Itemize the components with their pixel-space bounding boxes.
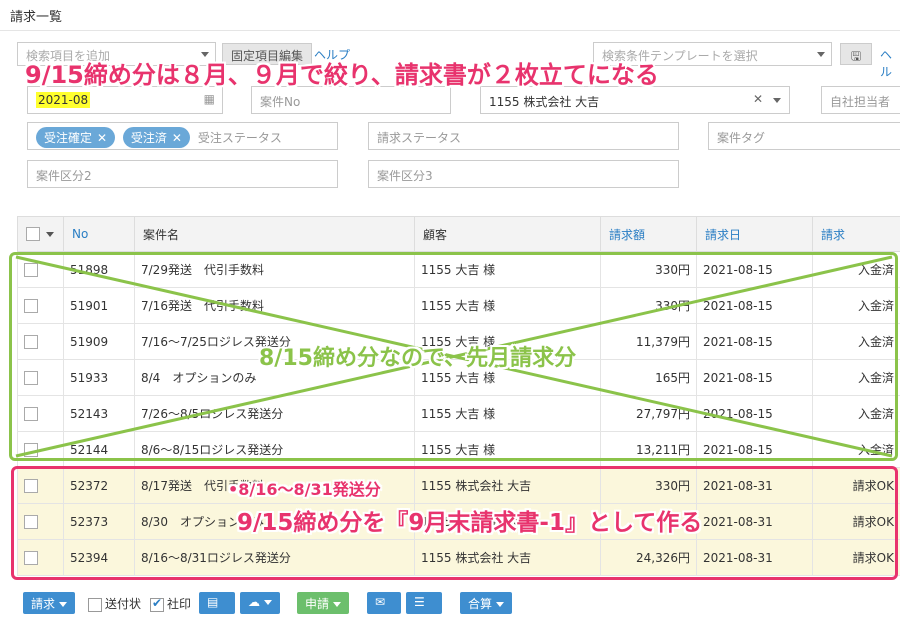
filter-icon: ☰ [414,595,425,609]
chevron-down-icon [379,614,387,619]
chevron-down-icon [418,614,426,619]
download-button[interactable]: ☁ [240,592,280,614]
merge-button[interactable]: 合算 [460,592,513,614]
apply-button-label: 申請 [305,597,330,611]
annotation-top-text: 9/15締め分は８月、９月で絞り、請求書が２枚立てになる [25,61,659,89]
merge-button-label: 合算 [468,597,493,611]
document-button[interactable]: ▤ [199,592,235,619]
annotation-pink-small-text: •8/16〜8/31発送分 [228,480,381,499]
annotation-green-text: 8/15締め分なので、先月請求分 [259,346,577,371]
chevron-down-icon [264,600,272,605]
sendslip-checkbox[interactable] [88,597,102,612]
chevron-down-icon [211,614,219,619]
bottom-action-bar: 請求 送付状 社印 ▤ ☁ 申請 ✉ ☰ 合算 [0,584,900,627]
sendslip-toggle[interactable]: 送付状 [88,595,141,612]
mail-button[interactable]: ✉ [367,592,401,619]
chevron-down-icon [59,602,68,607]
cloud-download-icon: ☁ [248,595,260,609]
stamp-label: 社印 [167,597,192,611]
stamp-toggle[interactable]: 社印 [150,595,191,612]
chevron-down-icon [496,602,505,607]
stamp-checkbox[interactable] [150,596,164,612]
document-icon: ▤ [207,595,219,609]
sendslip-label: 送付状 [105,597,142,611]
chevron-down-icon [333,602,342,607]
annotation-pink-text: 9/15締め分を『9月末請求書-1』として作る [237,510,703,536]
invoice-button[interactable]: 請求 [23,592,76,614]
apply-button[interactable]: 申請 [297,592,350,614]
invoice-button-label: 請求 [31,597,56,611]
envelope-icon: ✉ [375,595,386,609]
filter-button[interactable]: ☰ [406,592,442,619]
